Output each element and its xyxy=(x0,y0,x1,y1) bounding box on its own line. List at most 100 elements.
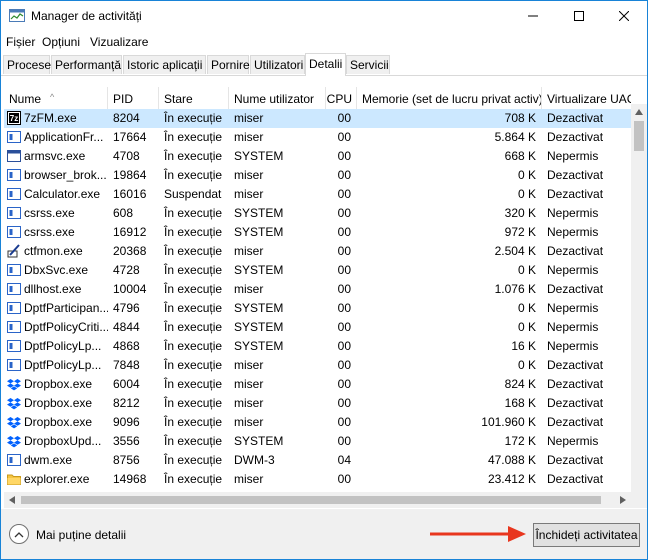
table-row[interactable]: Dropbox.exe 9096 În execuție miser 00 101.960… xyxy=(4,413,631,432)
process-name: DropboxUpd... xyxy=(24,434,102,448)
process-name: DbxSvc.exe xyxy=(24,263,89,277)
column-header-name[interactable]: Nume ^ xyxy=(4,87,108,109)
column-header-memory[interactable]: Memorie (set de lucru privat activ) xyxy=(357,87,542,109)
app-window-icon xyxy=(7,264,21,276)
tab-performance[interactable]: Performanță xyxy=(51,55,122,74)
cell-user: SYSTEM xyxy=(234,263,284,277)
process-name: explorer.exe xyxy=(24,472,90,486)
app-window-icon xyxy=(7,131,21,143)
cell-user: SYSTEM xyxy=(234,301,284,315)
vertical-scrollbar[interactable] xyxy=(631,104,647,492)
cell-cpu: 00 xyxy=(337,168,351,182)
cell-name: DptfPolicyCriti... xyxy=(4,318,108,337)
scroll-right-icon[interactable] xyxy=(620,496,626,504)
tab-app-history[interactable]: Istoric aplicații xyxy=(123,55,206,74)
tab-users[interactable]: Utilizatori xyxy=(250,55,305,74)
table-row[interactable]: dwm.exe 8756 În execuție DWM-3 04 47.088 K Dez… xyxy=(4,451,631,470)
scrollbar-corner xyxy=(631,492,647,508)
tab-services[interactable]: Servicii xyxy=(346,55,390,74)
tab-startup[interactable]: Pornire xyxy=(207,55,250,74)
cell-memory: 0 K xyxy=(517,187,536,201)
fewer-details-label[interactable]: Mai puține detalii xyxy=(36,528,126,542)
cell-user: SYSTEM xyxy=(234,225,284,239)
table-row[interactable]: browser_brok... 19864 În execuție miser 00 0 … xyxy=(4,166,631,185)
cell-uac: Dezactivat xyxy=(547,396,604,410)
cell-status: În execuție xyxy=(164,472,223,486)
cell-user: SYSTEM xyxy=(234,434,284,448)
cell-cpu: 00 xyxy=(337,339,351,353)
cell-uac: Dezactivat xyxy=(547,282,604,296)
cell-name: browser_brok... xyxy=(4,166,108,185)
fewer-details-button[interactable] xyxy=(9,524,29,544)
cell-uac: Dezactivat xyxy=(547,358,604,372)
folder-icon xyxy=(7,474,21,485)
dropbox-icon xyxy=(7,379,21,391)
cell-status: În execuție xyxy=(164,453,223,467)
cell-user: SYSTEM xyxy=(234,149,284,163)
horizontal-scrollbar[interactable] xyxy=(4,492,631,508)
column-header-cpu[interactable]: CPU xyxy=(326,87,357,109)
close-button[interactable] xyxy=(601,1,647,31)
cell-status: În execuție xyxy=(164,244,223,258)
tab-details[interactable]: Detalii xyxy=(305,53,346,76)
app-window-icon xyxy=(7,226,21,238)
cell-user: miser xyxy=(234,244,264,258)
cell-memory: 0 K xyxy=(517,168,536,182)
scroll-left-icon[interactable] xyxy=(9,496,15,504)
menu-options[interactable]: Opțiuni xyxy=(42,35,80,49)
cell-user: miser xyxy=(234,111,264,125)
table-row[interactable]: DptfPolicyCriti... 4844 În execuție SYSTEM 0… xyxy=(4,318,631,337)
table-row[interactable]: csrss.exe 608 În execuție SYSTEM 00 320 K Nepe… xyxy=(4,204,631,223)
column-header-pid[interactable]: PID xyxy=(108,87,159,109)
table-row[interactable]: ApplicationFr... 17664 În execuție miser 00 5… xyxy=(4,128,631,147)
table-row[interactable]: dllhost.exe 10004 În execuție miser 00 1.076 … xyxy=(4,280,631,299)
table-row[interactable]: Dropbox.exe 6004 În execuție miser 00 824 K De… xyxy=(4,375,631,394)
table-row[interactable]: explorer.exe 14968 În execuție miser 00 23.41… xyxy=(4,470,631,489)
cell-pid: 6004 xyxy=(113,377,140,391)
table-row[interactable]: Dropbox.exe 8212 În execuție miser 00 168 K De… xyxy=(4,394,631,413)
table-row[interactable]: DptfParticipan... 4796 În execuție SYSTEM 00… xyxy=(4,299,631,318)
cell-cpu: 00 xyxy=(337,225,351,239)
cell-cpu: 00 xyxy=(337,377,351,391)
column-header-user[interactable]: Nume utilizator xyxy=(229,87,326,109)
horizontal-scroll-thumb[interactable] xyxy=(21,496,601,504)
table-row[interactable]: csrss.exe 16912 În execuție SYSTEM 00 972 K Ne… xyxy=(4,223,631,242)
cell-cpu: 00 xyxy=(337,358,351,372)
table-row[interactable]: armsvc.exe 4708 În execuție SYSTEM 00 668 K Ne… xyxy=(4,147,631,166)
cell-user: miser xyxy=(234,130,264,144)
cell-status: În execuție xyxy=(164,377,223,391)
menu-file[interactable]: Fișier xyxy=(6,35,35,49)
tab-processes[interactable]: Procese xyxy=(3,55,51,74)
column-header-uac[interactable]: Virtualizare UAC xyxy=(542,87,631,109)
cell-name: ApplicationFr... xyxy=(4,128,108,147)
app-window-icon xyxy=(7,454,21,466)
table-row[interactable]: DptfPolicyLp... 4868 În execuție SYSTEM 00 16… xyxy=(4,337,631,356)
cell-uac: Nepermis xyxy=(547,301,599,315)
menu-view[interactable]: Vizualizare xyxy=(90,35,148,49)
scroll-up-icon[interactable] xyxy=(635,109,643,115)
table-row[interactable]: DbxSvc.exe 4728 În execuție SYSTEM 00 0 K Nepe… xyxy=(4,261,631,280)
maximize-button[interactable] xyxy=(556,1,602,31)
cell-pid: 3556 xyxy=(113,434,140,448)
cell-memory: 824 K xyxy=(504,377,536,391)
vertical-scroll-thumb[interactable] xyxy=(634,121,644,151)
table-row[interactable]: Calculator.exe 16016 Suspendat miser 00 0 K De… xyxy=(4,185,631,204)
cell-name: DptfParticipan... xyxy=(4,299,108,318)
cell-memory: 172 K xyxy=(504,434,536,448)
table-row[interactable]: DropboxUpd... 3556 În execuție SYSTEM 00 172 … xyxy=(4,432,631,451)
cell-name: Dropbox.exe xyxy=(4,394,108,413)
cell-memory: 168 K xyxy=(504,396,536,410)
table-row[interactable]: DptfPolicyLp... 7848 În execuție miser 00 0 K… xyxy=(4,356,631,375)
table-row[interactable]: ctfmon.exe 20368 În execuție miser 00 2.504 K… xyxy=(4,242,631,261)
cell-cpu: 00 xyxy=(337,396,351,410)
minimize-button[interactable] xyxy=(510,1,556,31)
process-name: dllhost.exe xyxy=(24,282,82,296)
cell-memory: 2.504 K xyxy=(494,244,536,258)
table-header: Nume ^ PID Stare Nume utilizator CPU Mem… xyxy=(4,87,631,109)
end-task-button[interactable]: Închideți activitatea xyxy=(533,523,640,547)
7zfm-icon: 7z xyxy=(7,111,21,125)
cell-cpu: 00 xyxy=(337,282,351,296)
cell-cpu: 00 xyxy=(337,301,351,315)
column-header-status[interactable]: Stare xyxy=(159,87,229,109)
table-row[interactable]: 7z 7zFM.exe 8204 În execuție miser 00 708 K Dez… xyxy=(4,109,631,128)
